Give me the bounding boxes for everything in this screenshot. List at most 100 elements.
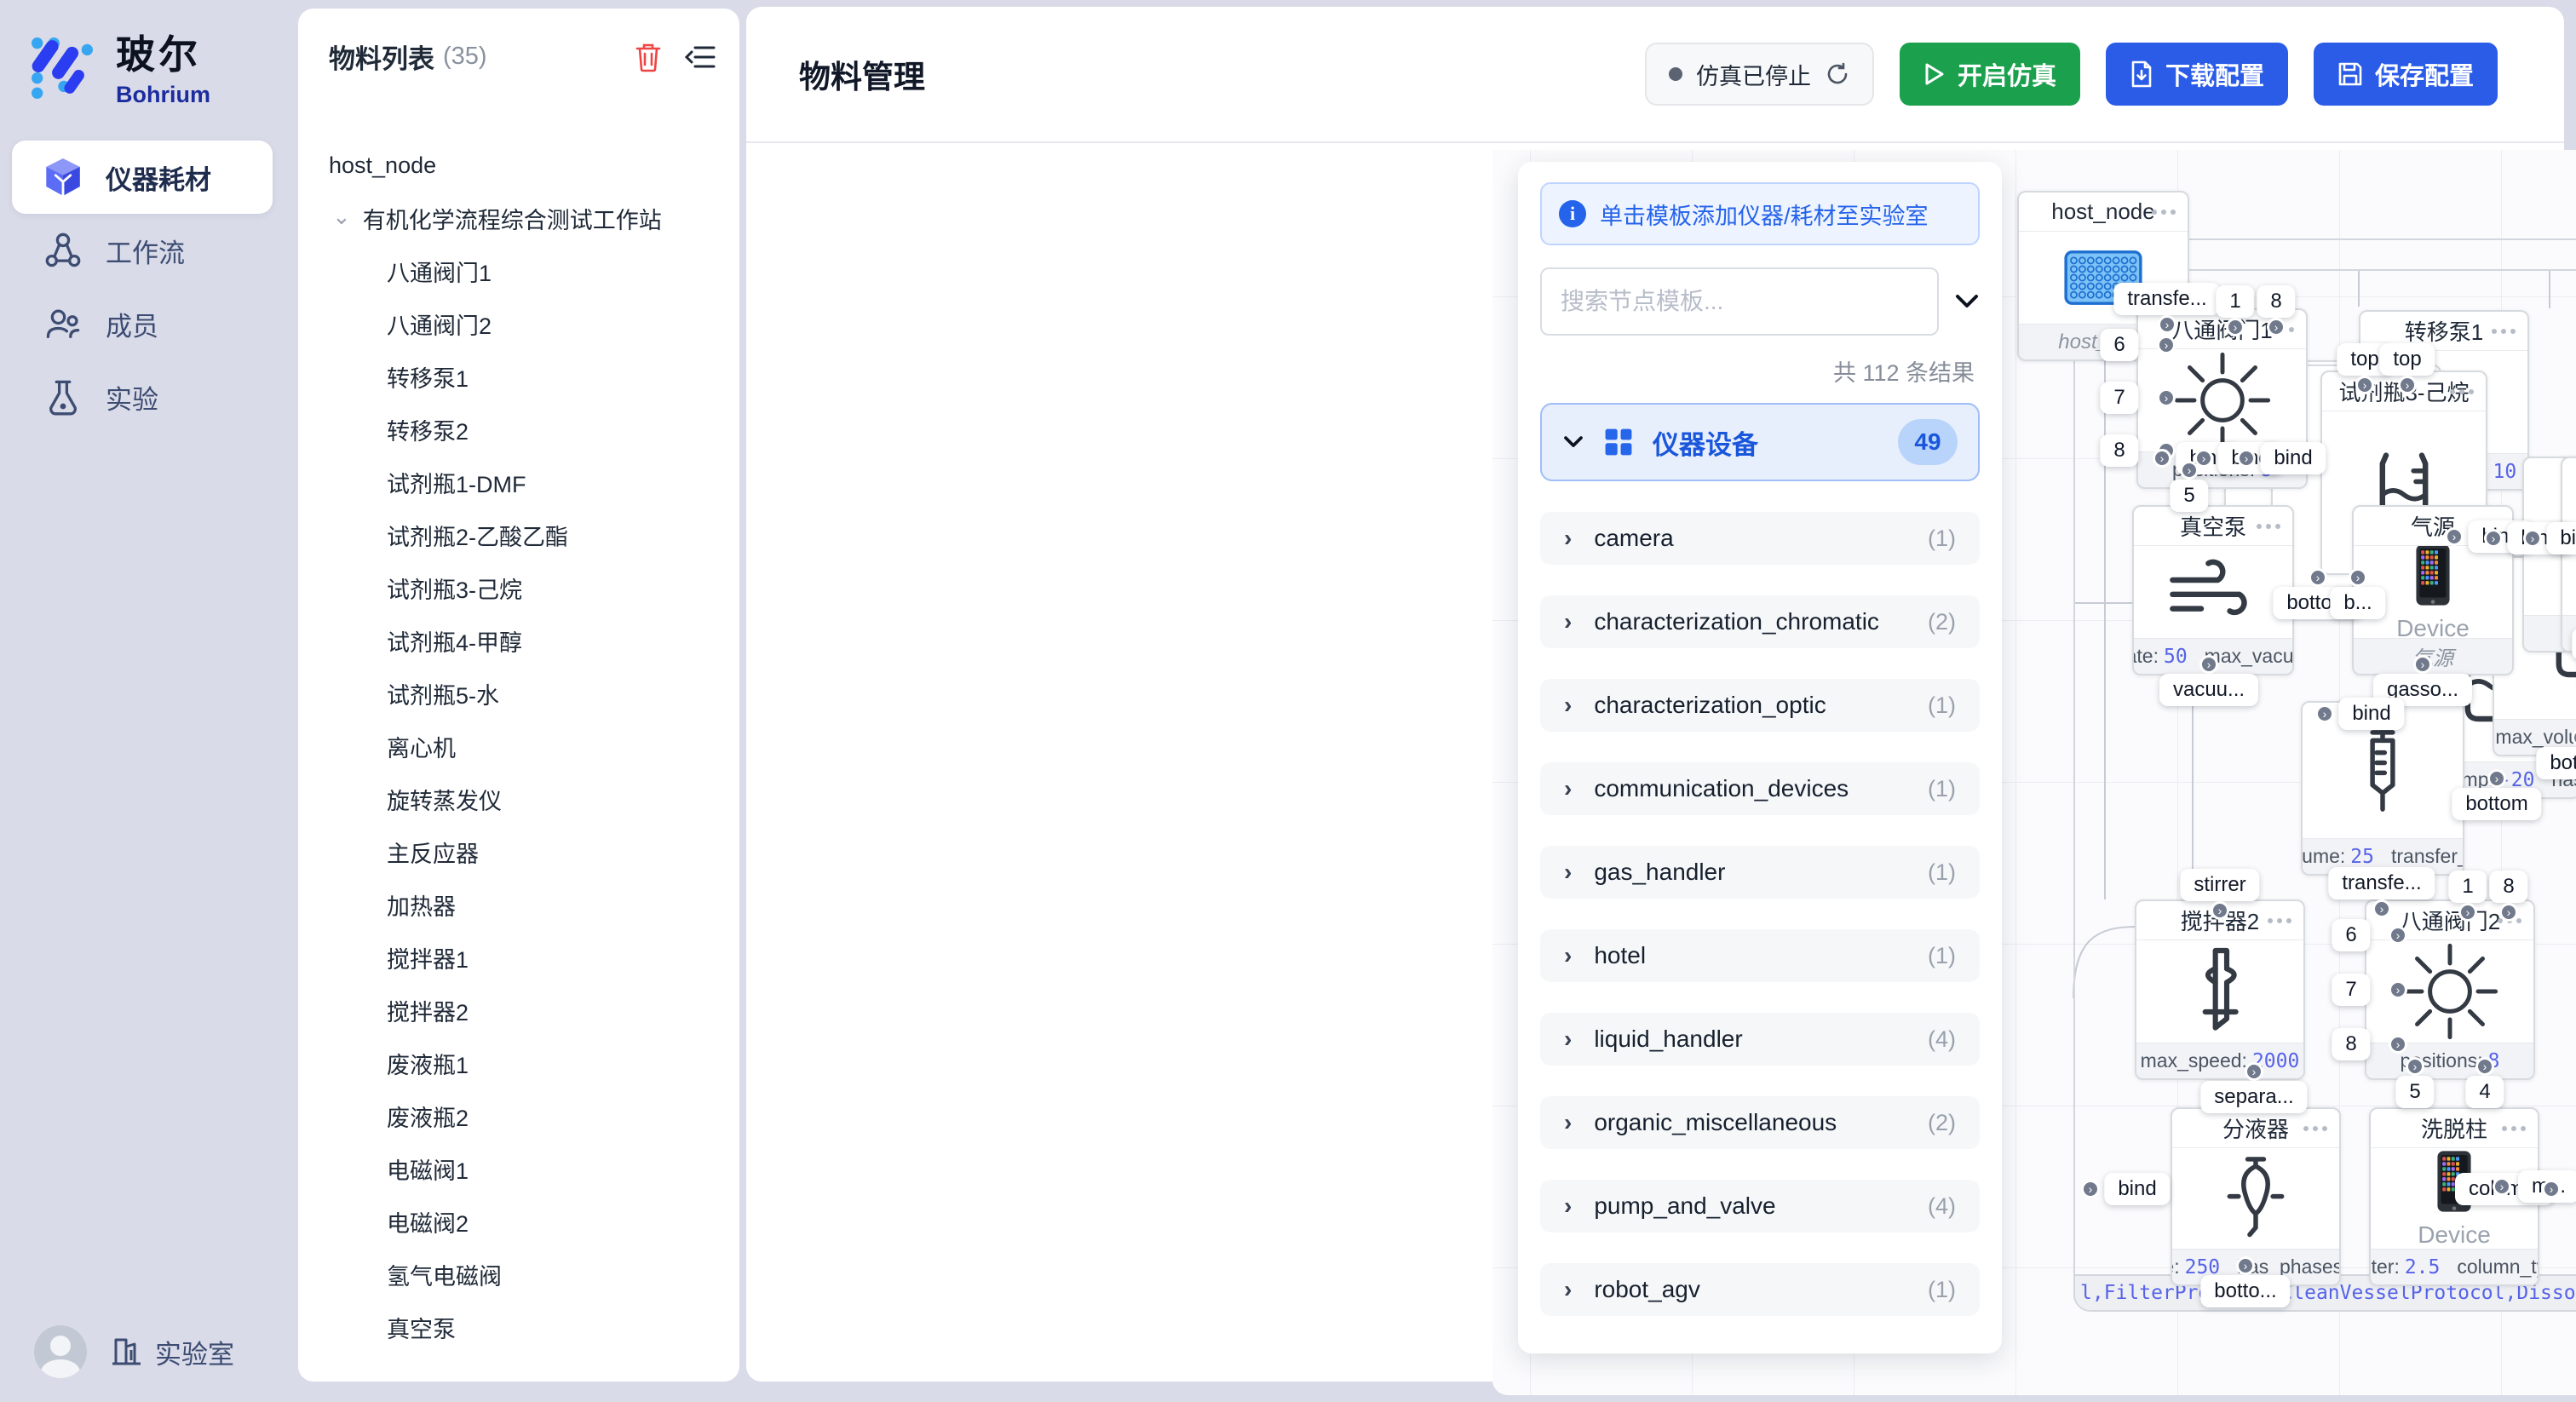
sidebar-item-laboratory[interactable]: 实验室 — [109, 1333, 234, 1371]
port-connector-dot[interactable]: › — [2157, 388, 2176, 407]
port-connector-dot[interactable]: › — [2226, 318, 2245, 336]
port-chip-5[interactable]: 5 — [2395, 1076, 2434, 1108]
tree-item-试剂瓶5-水[interactable]: 试剂瓶5-水 — [298, 667, 739, 720]
port-connector-dot[interactable]: › — [2157, 336, 2176, 354]
save-config-button[interactable]: 保存配置 — [2314, 43, 2498, 106]
port-connector-dot[interactable]: › — [2267, 318, 2286, 336]
template-category-hotel[interactable]: ›hotel(1) — [1540, 929, 1980, 982]
sidebar-item-工作流[interactable]: 工作流 — [12, 214, 273, 287]
tree-item-host_node[interactable]: host_node — [298, 139, 739, 192]
port-chip-8[interactable]: 8 — [2257, 285, 2295, 318]
port-chip-8[interactable]: 8 — [2332, 1028, 2370, 1060]
port-chip-bind[interactable]: bind — [2104, 1173, 2170, 1205]
port-connector-dot[interactable]: › — [2355, 376, 2374, 394]
port-connector-dot[interactable]: › — [2236, 1256, 2255, 1275]
port-connector-dot[interactable]: › — [2309, 568, 2327, 587]
node-menu-icon[interactable] — [2257, 524, 2280, 529]
tree-item-有机化学流程综合测试工作站[interactable]: ⌄有机化学流程综合测试工作站 — [298, 192, 739, 244]
search-template-input[interactable] — [1540, 267, 1939, 336]
refresh-icon[interactable] — [1825, 61, 1850, 87]
tree-item-加热器[interactable]: 加热器 — [298, 878, 739, 931]
port-chip-transfe[interactable]: transfe... — [2328, 867, 2435, 899]
port-connector-dot[interactable]: › — [2153, 449, 2171, 468]
tree-item-电磁阀2[interactable]: 电磁阀2 — [298, 1195, 739, 1248]
port-chip-8[interactable]: 8 — [2489, 871, 2527, 903]
port-chip-vacuu[interactable]: vacuu... — [2159, 674, 2258, 706]
template-category-robot_agv[interactable]: ›robot_agv(1) — [1540, 1263, 1980, 1316]
category-group-instruments[interactable]: 仪器设备 49 — [1540, 403, 1980, 481]
tree-item-试剂瓶4-甲醇[interactable]: 试剂瓶4-甲醇 — [298, 614, 739, 667]
template-category-pump_and_valve[interactable]: ›pump_and_valve(4) — [1540, 1180, 1980, 1232]
node-menu-icon[interactable] — [2502, 1126, 2526, 1131]
port-chip-bind[interactable]: bind — [2260, 442, 2326, 474]
tree-item-搅拌器1[interactable]: 搅拌器1 — [298, 931, 739, 984]
port-chip-transfe[interactable]: transfe... — [2113, 283, 2220, 315]
port-connector-dot[interactable]: › — [2315, 704, 2334, 723]
sidebar-item-仪器耗材[interactable]: 仪器耗材 — [12, 141, 273, 214]
port-connector-dot[interactable]: › — [2484, 529, 2503, 548]
port-chip-7[interactable]: 7 — [2332, 974, 2370, 1006]
port-connector-dot[interactable]: › — [2499, 903, 2518, 922]
port-chip-botto[interactable]: botto... — [2200, 1275, 2290, 1307]
port-chip-8[interactable]: 8 — [2100, 434, 2138, 467]
port-chip-top[interactable]: top — [2379, 343, 2435, 376]
canvas-node-stirrer-2[interactable]: 搅拌器2max_speed:2000 — [2135, 899, 2305, 1080]
collapse-list-icon[interactable] — [685, 43, 716, 71]
download-config-button[interactable]: 下载配置 — [2106, 43, 2288, 106]
port-connector-dot[interactable]: › — [2081, 1180, 2100, 1198]
port-connector-dot[interactable]: › — [2523, 529, 2542, 548]
chevron-down-icon[interactable]: ⌄ — [332, 204, 351, 230]
node-menu-icon[interactable] — [2152, 210, 2176, 215]
port-connector-dot[interactable]: › — [2389, 926, 2407, 945]
port-connector-dot[interactable]: › — [2413, 655, 2432, 674]
node-menu-icon[interactable] — [2303, 1126, 2327, 1131]
tree-item-氢气电磁阀[interactable]: 氢气电磁阀 — [298, 1248, 739, 1301]
simulation-status-pill[interactable]: 仿真已停止 — [1645, 43, 1874, 106]
port-chip-1[interactable]: 1 — [2216, 285, 2254, 318]
port-connector-dot[interactable]: › — [2445, 527, 2464, 546]
port-chip-bind[interactable]: bind — [2338, 698, 2404, 730]
start-simulation-button[interactable]: 开启仿真 — [1900, 43, 2080, 106]
tree-item-旋转蒸发仪[interactable]: 旋转蒸发仪 — [298, 773, 739, 825]
tree-item-主反应器[interactable]: 主反应器 — [298, 825, 739, 878]
port-connector-dot[interactable]: › — [2398, 376, 2417, 394]
template-category-camera[interactable]: ›camera(1) — [1540, 512, 1980, 565]
port-chip-4[interactable]: 4 — [2465, 1076, 2504, 1108]
template-category-liquid_handler[interactable]: ›liquid_handler(4) — [1540, 1013, 1980, 1066]
port-connector-dot[interactable]: › — [2237, 449, 2256, 468]
port-connector-dot[interactable]: › — [2245, 1062, 2263, 1081]
tree-item-八通阀门2[interactable]: 八通阀门2 — [298, 297, 739, 350]
tree-item-试剂瓶2-乙酸乙酯[interactable]: 试剂瓶2-乙酸乙酯 — [298, 509, 739, 561]
tree-item-真空泵[interactable]: 真空泵 — [298, 1301, 739, 1353]
port-connector-dot[interactable]: › — [2406, 1057, 2424, 1076]
port-connector-dot[interactable]: › — [2475, 1057, 2494, 1076]
port-chip-separa[interactable]: separa... — [2200, 1081, 2307, 1113]
canvas-node-vacuum-pump[interactable]: 真空泵pump_rate:50max_vacuum:0.1 — [2132, 505, 2294, 675]
template-category-communication_devices[interactable]: ›communication_devices(1) — [1540, 762, 1980, 815]
port-chip-6[interactable]: 6 — [2100, 329, 2138, 361]
port-connector-dot[interactable]: › — [2158, 315, 2176, 334]
canvas-node-separator[interactable]: 分液器volume:250has_phases:true — [2171, 1107, 2341, 1286]
tree-item-废液瓶1[interactable]: 废液瓶1 — [298, 1037, 739, 1089]
tree-item-废液瓶2[interactable]: 废液瓶2 — [298, 1089, 739, 1142]
node-menu-icon[interactable] — [2268, 918, 2291, 923]
tree-item-试剂瓶3-己烷[interactable]: 试剂瓶3-己烷 — [298, 561, 739, 614]
port-chip-b[interactable]: b... — [2330, 587, 2385, 619]
port-connector-dot[interactable]: › — [2199, 655, 2218, 674]
template-category-gas_handler[interactable]: ›gas_handler(1) — [1540, 846, 1980, 899]
port-connector-dot[interactable]: › — [2389, 980, 2407, 999]
sidebar-item-实验[interactable]: 实验 — [12, 360, 273, 434]
port-chip-7[interactable]: 7 — [2100, 382, 2138, 414]
port-chip-bottom[interactable]: bottom — [2572, 628, 2576, 660]
tree-item-电磁阀1[interactable]: 电磁阀1 — [298, 1142, 739, 1195]
port-connector-dot[interactable]: › — [2349, 568, 2367, 587]
port-chip-bind[interactable]: bind — [2546, 522, 2576, 554]
port-connector-dot[interactable]: › — [2493, 1177, 2511, 1196]
port-connector-dot[interactable]: › — [2458, 903, 2477, 922]
template-category-characterization_chromatic[interactable]: ›characterization_chromatic(2) — [1540, 595, 1980, 648]
port-chip-5[interactable]: 5 — [2170, 480, 2208, 512]
port-connector-dot[interactable]: › — [2487, 769, 2506, 788]
sidebar-item-成员[interactable]: 成员 — [12, 287, 273, 360]
trash-icon[interactable] — [634, 42, 663, 72]
port-chip-bottom[interactable]: bottom — [2536, 747, 2576, 779]
